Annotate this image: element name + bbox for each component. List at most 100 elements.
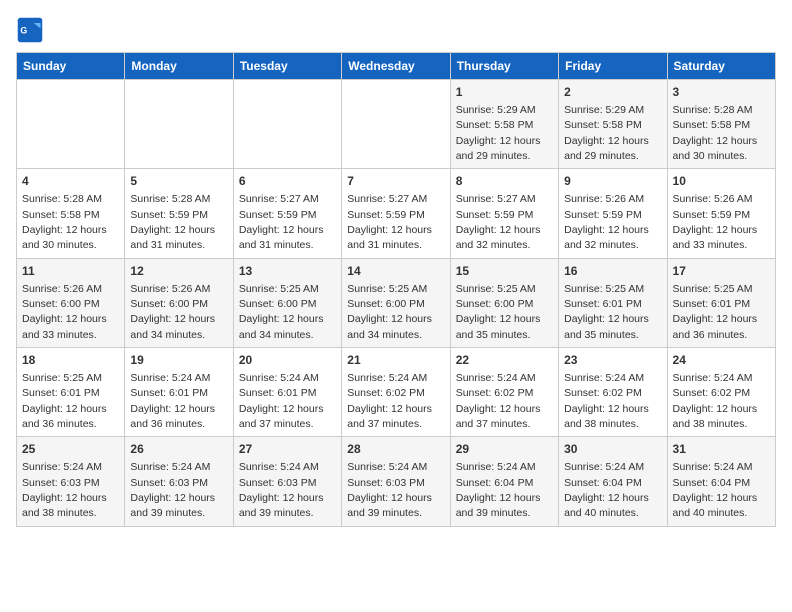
logo: G <box>16 16 48 44</box>
day-cell: 24Sunrise: 5:24 AM Sunset: 6:02 PM Dayli… <box>667 348 775 437</box>
calendar-header: SundayMondayTuesdayWednesdayThursdayFrid… <box>17 53 776 80</box>
day-cell: 30 Sunrise: 5:24 AM Sunset: 6:04 PM Dayli… <box>559 437 667 526</box>
header-cell-friday: Friday <box>559 53 667 80</box>
day-cell: 28 Sunrise: 5:24 AM Sunset: 6:03 PM Dayli… <box>342 437 450 526</box>
day-info: Sunrise: 5:24 AM Sunset: 6:04 PM Dayligh… <box>456 461 541 519</box>
day-number: 7 <box>347 173 444 190</box>
day-info: Sunrise: 5:24 AM Sunset: 6:04 PM Dayligh… <box>564 461 649 519</box>
day-cell: 29 Sunrise: 5:24 AM Sunset: 6:04 PM Dayli… <box>450 437 558 526</box>
day-cell <box>125 80 233 169</box>
day-cell: 13 Sunrise: 5:25 AM Sunset: 6:00 PM Dayli… <box>233 258 341 347</box>
day-cell: 2Sunrise: 5:29 AM Sunset: 5:58 PM Daylig… <box>559 80 667 169</box>
day-number: 27 <box>239 441 336 458</box>
day-info: Sunrise: 5:25 AM Sunset: 6:00 PM Dayligh… <box>347 283 432 341</box>
day-cell: 20Sunrise: 5:24 AM Sunset: 6:01 PM Dayli… <box>233 348 341 437</box>
day-cell: 4Sunrise: 5:28 AM Sunset: 5:58 PM Daylig… <box>17 169 125 258</box>
day-number: 11 <box>22 263 119 280</box>
day-info: Sunrise: 5:24 AM Sunset: 6:03 PM Dayligh… <box>239 461 324 519</box>
day-cell: 8 Sunrise: 5:27 AM Sunset: 5:59 PM Daylig… <box>450 169 558 258</box>
header-row: SundayMondayTuesdayWednesdayThursdayFrid… <box>17 53 776 80</box>
day-cell: 19 Sunrise: 5:24 AM Sunset: 6:01 PM Dayli… <box>125 348 233 437</box>
header-cell-saturday: Saturday <box>667 53 775 80</box>
day-info: Sunrise: 5:29 AM Sunset: 5:58 PM Dayligh… <box>456 104 541 162</box>
day-number: 9 <box>564 173 661 190</box>
day-cell: 21 Sunrise: 5:24 AM Sunset: 6:02 PM Dayli… <box>342 348 450 437</box>
day-cell <box>17 80 125 169</box>
day-info: Sunrise: 5:27 AM Sunset: 5:59 PM Dayligh… <box>456 193 541 251</box>
header-cell-wednesday: Wednesday <box>342 53 450 80</box>
day-cell: 27 Sunrise: 5:24 AM Sunset: 6:03 PM Dayli… <box>233 437 341 526</box>
day-number: 4 <box>22 173 119 190</box>
week-row-4: 18Sunrise: 5:25 AM Sunset: 6:01 PM Dayli… <box>17 348 776 437</box>
day-info: Sunrise: 5:25 AM Sunset: 6:00 PM Dayligh… <box>456 283 541 341</box>
svg-text:G: G <box>20 26 27 36</box>
day-number: 26 <box>130 441 227 458</box>
day-cell: 17 Sunrise: 5:25 AM Sunset: 6:01 PM Dayli… <box>667 258 775 347</box>
day-number: 3 <box>673 84 770 101</box>
day-number: 13 <box>239 263 336 280</box>
day-info: Sunrise: 5:26 AM Sunset: 6:00 PM Dayligh… <box>130 283 215 341</box>
day-number: 12 <box>130 263 227 280</box>
day-cell: 16Sunrise: 5:25 AM Sunset: 6:01 PM Dayli… <box>559 258 667 347</box>
header-cell-monday: Monday <box>125 53 233 80</box>
header-cell-sunday: Sunday <box>17 53 125 80</box>
day-info: Sunrise: 5:24 AM Sunset: 6:04 PM Dayligh… <box>673 461 758 519</box>
logo-icon: G <box>16 16 44 44</box>
week-row-1: 1Sunrise: 5:29 AM Sunset: 5:58 PM Daylig… <box>17 80 776 169</box>
day-cell: 7 Sunrise: 5:27 AM Sunset: 5:59 PM Daylig… <box>342 169 450 258</box>
day-number: 15 <box>456 263 553 280</box>
day-info: Sunrise: 5:25 AM Sunset: 6:01 PM Dayligh… <box>673 283 758 341</box>
day-info: Sunrise: 5:24 AM Sunset: 6:03 PM Dayligh… <box>347 461 432 519</box>
day-cell: 23 Sunrise: 5:24 AM Sunset: 6:02 PM Dayli… <box>559 348 667 437</box>
day-number: 23 <box>564 352 661 369</box>
day-cell: 3 Sunrise: 5:28 AM Sunset: 5:58 PM Daylig… <box>667 80 775 169</box>
week-row-2: 4Sunrise: 5:28 AM Sunset: 5:58 PM Daylig… <box>17 169 776 258</box>
day-number: 6 <box>239 173 336 190</box>
day-cell: 5 Sunrise: 5:28 AM Sunset: 5:59 PM Daylig… <box>125 169 233 258</box>
day-cell: 22 Sunrise: 5:24 AM Sunset: 6:02 PM Dayli… <box>450 348 558 437</box>
day-cell: 15 Sunrise: 5:25 AM Sunset: 6:00 PM Dayli… <box>450 258 558 347</box>
day-cell: 31 Sunrise: 5:24 AM Sunset: 6:04 PM Dayli… <box>667 437 775 526</box>
page-header: G <box>16 16 776 44</box>
header-cell-thursday: Thursday <box>450 53 558 80</box>
week-row-3: 11 Sunrise: 5:26 AM Sunset: 6:00 PM Dayli… <box>17 258 776 347</box>
day-info: Sunrise: 5:25 AM Sunset: 6:01 PM Dayligh… <box>22 372 107 430</box>
day-cell: 26 Sunrise: 5:24 AM Sunset: 6:03 PM Dayli… <box>125 437 233 526</box>
day-info: Sunrise: 5:26 AM Sunset: 5:59 PM Dayligh… <box>673 193 758 251</box>
day-info: Sunrise: 5:26 AM Sunset: 5:59 PM Dayligh… <box>564 193 649 251</box>
day-cell: 25Sunrise: 5:24 AM Sunset: 6:03 PM Dayli… <box>17 437 125 526</box>
day-number: 22 <box>456 352 553 369</box>
day-cell: 12 Sunrise: 5:26 AM Sunset: 6:00 PM Dayli… <box>125 258 233 347</box>
day-number: 21 <box>347 352 444 369</box>
day-number: 14 <box>347 263 444 280</box>
day-number: 5 <box>130 173 227 190</box>
day-number: 28 <box>347 441 444 458</box>
day-number: 29 <box>456 441 553 458</box>
day-info: Sunrise: 5:26 AM Sunset: 6:00 PM Dayligh… <box>22 283 107 341</box>
day-number: 31 <box>673 441 770 458</box>
day-number: 19 <box>130 352 227 369</box>
day-info: Sunrise: 5:24 AM Sunset: 6:02 PM Dayligh… <box>347 372 432 430</box>
day-cell <box>342 80 450 169</box>
day-info: Sunrise: 5:28 AM Sunset: 5:58 PM Dayligh… <box>673 104 758 162</box>
day-info: Sunrise: 5:25 AM Sunset: 6:00 PM Dayligh… <box>239 283 324 341</box>
day-info: Sunrise: 5:24 AM Sunset: 6:01 PM Dayligh… <box>130 372 215 430</box>
day-cell: 18Sunrise: 5:25 AM Sunset: 6:01 PM Dayli… <box>17 348 125 437</box>
day-info: Sunrise: 5:24 AM Sunset: 6:03 PM Dayligh… <box>130 461 215 519</box>
calendar-table: SundayMondayTuesdayWednesdayThursdayFrid… <box>16 52 776 527</box>
day-info: Sunrise: 5:28 AM Sunset: 5:59 PM Dayligh… <box>130 193 215 251</box>
day-number: 17 <box>673 263 770 280</box>
day-number: 8 <box>456 173 553 190</box>
day-number: 24 <box>673 352 770 369</box>
calendar-body: 1Sunrise: 5:29 AM Sunset: 5:58 PM Daylig… <box>17 80 776 527</box>
day-cell <box>233 80 341 169</box>
day-info: Sunrise: 5:27 AM Sunset: 5:59 PM Dayligh… <box>347 193 432 251</box>
day-number: 30 <box>564 441 661 458</box>
week-row-5: 25Sunrise: 5:24 AM Sunset: 6:03 PM Dayli… <box>17 437 776 526</box>
day-info: Sunrise: 5:24 AM Sunset: 6:02 PM Dayligh… <box>564 372 649 430</box>
day-info: Sunrise: 5:24 AM Sunset: 6:02 PM Dayligh… <box>456 372 541 430</box>
day-cell: 6Sunrise: 5:27 AM Sunset: 5:59 PM Daylig… <box>233 169 341 258</box>
day-number: 2 <box>564 84 661 101</box>
day-number: 10 <box>673 173 770 190</box>
day-cell: 11 Sunrise: 5:26 AM Sunset: 6:00 PM Dayli… <box>17 258 125 347</box>
